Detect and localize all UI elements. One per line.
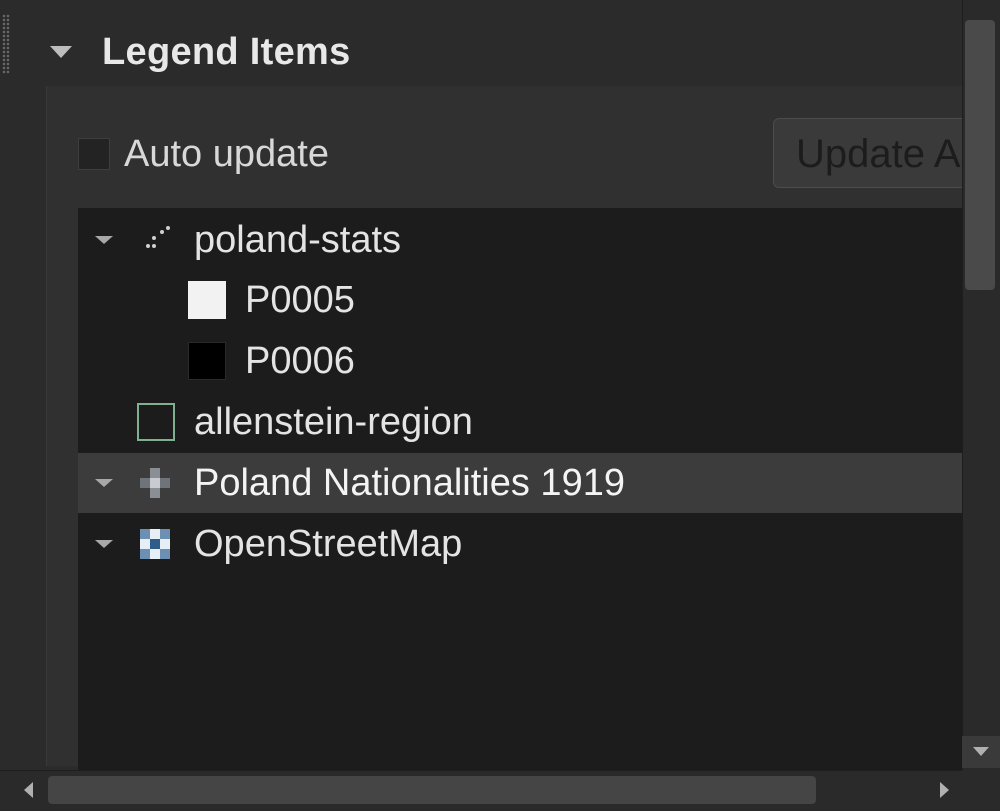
tree-item-label: Poland Nationalities 1919	[194, 461, 625, 504]
scroll-right-arrow-icon[interactable]	[928, 776, 960, 804]
update-all-button[interactable]: Update All	[773, 118, 973, 188]
tree-item-poland-stats[interactable]: poland-stats	[78, 210, 962, 270]
expand-arrow-icon[interactable]	[95, 479, 113, 487]
tree-item-label: poland-stats	[194, 218, 402, 261]
tree-item-poland-nationalities-1919[interactable]: Poland Nationalities 1919	[78, 453, 962, 513]
tree-item-label: allenstein-region	[194, 400, 473, 443]
tree-item-label: P0006	[245, 339, 355, 382]
vertical-scrollbar-thumb[interactable]	[965, 20, 995, 290]
color-swatch	[188, 281, 226, 319]
triangle-down-icon[interactable]	[50, 46, 72, 58]
tree-item-p0006[interactable]: P0006	[78, 331, 962, 391]
auto-update-label: Auto update	[124, 132, 329, 175]
tree-item-p0005[interactable]: P0005	[78, 270, 962, 330]
raster-layer-icon	[140, 468, 170, 498]
point-layer-icon	[140, 224, 176, 254]
section-title: Legend Items	[102, 30, 351, 73]
auto-update-checkbox[interactable]	[78, 138, 110, 170]
expand-arrow-icon[interactable]	[95, 236, 113, 244]
tree-item-label: P0005	[245, 278, 355, 321]
color-swatch	[188, 342, 226, 380]
tree-item-allenstein-region[interactable]: allenstein-region	[78, 392, 962, 452]
tree-item-openstreetmap[interactable]: OpenStreetMap	[78, 514, 962, 574]
horizontal-scrollbar-thumb[interactable]	[48, 776, 816, 804]
legend-items-header[interactable]: Legend Items	[46, 22, 351, 82]
tree-item-label: OpenStreetMap	[194, 522, 463, 565]
scroll-left-arrow-icon[interactable]	[14, 776, 46, 804]
raster-layer-icon	[140, 529, 170, 559]
expand-arrow-icon[interactable]	[95, 540, 113, 548]
panel-drag-handle[interactable]	[2, 14, 10, 74]
scrollbar-corner	[962, 770, 1000, 810]
legend-tree[interactable]: poland-stats P0005 P0006 allenstein-regi…	[78, 208, 962, 770]
polygon-outline-icon	[137, 403, 175, 441]
scroll-down-arrow-icon[interactable]	[962, 736, 1000, 768]
auto-update-row[interactable]: Auto update	[78, 126, 329, 182]
